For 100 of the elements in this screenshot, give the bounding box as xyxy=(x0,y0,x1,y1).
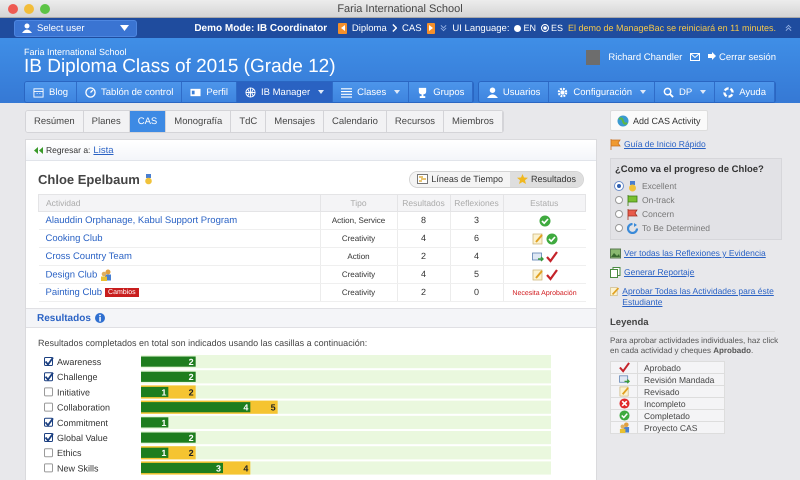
column-header: Reflexiones xyxy=(450,194,503,212)
avatar-placeholder xyxy=(586,50,600,64)
nav-button[interactable]: DP xyxy=(655,82,716,102)
sidebar-link[interactable]: Aprobar Todas las Actividades para éste Estudiante xyxy=(622,286,786,308)
outcome-checkbox[interactable] xyxy=(44,402,54,412)
logout-link[interactable]: Cerrar sesión xyxy=(708,52,776,62)
calendar-icon xyxy=(33,86,44,98)
pages-icon xyxy=(610,267,621,278)
progress-radio[interactable] xyxy=(615,224,623,232)
section-tab[interactable]: Planes xyxy=(84,111,130,132)
next-button[interactable] xyxy=(426,22,436,34)
nav-button[interactable]: Perfil xyxy=(182,82,238,102)
legend-label: Revisado xyxy=(638,386,724,398)
nav-button[interactable]: Blog xyxy=(25,82,78,102)
nav-button[interactable]: Configuración xyxy=(549,82,656,102)
type-cell: Action, Service xyxy=(320,212,397,230)
legend-label: Proyecto CAS xyxy=(638,422,724,434)
outcome-label: Challenge xyxy=(57,372,98,382)
outcome-bar xyxy=(141,372,196,382)
nav-button[interactable]: Clases xyxy=(333,82,410,102)
outcomes-count-cell: 4 xyxy=(397,266,450,284)
section-tab[interactable]: CAS xyxy=(130,111,166,132)
nav-button[interactable]: Usuarios xyxy=(478,82,550,102)
sidebar-link[interactable]: Ver todas las Reflexiones y Evidencia xyxy=(624,248,766,259)
outcome-bar xyxy=(141,356,196,367)
user-name-link[interactable]: Richard Chandler xyxy=(608,52,682,62)
section-tab[interactable]: Miembros xyxy=(444,111,503,132)
chevron-right-icon xyxy=(392,24,398,32)
nav-button[interactable]: Grupos xyxy=(409,82,474,102)
picture-icon xyxy=(610,248,621,259)
double-chevron-up-icon[interactable] xyxy=(784,24,792,32)
breadcrumb-link[interactable]: CAS xyxy=(402,22,422,34)
section-tab[interactable]: Mensajes xyxy=(266,111,324,132)
close-window-button[interactable] xyxy=(8,4,18,14)
add-activity-button[interactable]: Add CAS Activity xyxy=(610,110,708,131)
search-icon xyxy=(663,86,674,98)
bar-value-label: 4 xyxy=(243,402,248,413)
column-header: Tipo xyxy=(320,194,397,212)
bar-value-label: 1 xyxy=(161,418,166,428)
progress-option-label: Concern xyxy=(642,209,674,219)
list-link[interactable]: Lista xyxy=(93,144,114,156)
progress-option-label: On-track xyxy=(642,195,675,205)
outcome-label: Commitment xyxy=(57,418,108,428)
reflections-count-cell: 4 xyxy=(450,248,503,266)
activity-link[interactable]: Alauddin Orphanage, Kabul Support Program xyxy=(46,215,238,226)
language-radio[interactable]: EN xyxy=(514,23,536,33)
previous-button[interactable] xyxy=(338,22,347,34)
bar-value-label: 2 xyxy=(188,433,194,443)
globe-icon xyxy=(617,114,629,126)
reflections-count-cell: 5 xyxy=(450,266,503,284)
section-tab[interactable]: Recursos xyxy=(386,111,444,132)
outcome-bar xyxy=(141,432,196,443)
outcome-checkbox[interactable] xyxy=(44,387,54,396)
outcome-checkbox[interactable] xyxy=(44,448,54,458)
user-select[interactable]: Select user xyxy=(14,20,138,36)
bar-value-label: 3 xyxy=(216,463,221,474)
outcome-checkbox[interactable] xyxy=(44,356,54,366)
left-triangle-icon xyxy=(340,25,344,31)
bar-value-label: 5 xyxy=(270,402,276,413)
nav-button[interactable]: IB Manager xyxy=(237,82,334,102)
type-cell: Action xyxy=(320,248,397,266)
progress-radio[interactable] xyxy=(615,210,623,218)
outcome-label: Collaboration xyxy=(57,402,110,413)
bar-value-label: 1 xyxy=(161,448,166,458)
medal-icon xyxy=(144,174,152,184)
info-icon[interactable] xyxy=(94,313,105,323)
caret-icon xyxy=(120,25,130,31)
activity-link[interactable]: Cooking Club xyxy=(46,233,103,244)
quick-start-guide-link[interactable]: Guía de Inicio Rápido xyxy=(624,139,706,150)
progress-radio[interactable] xyxy=(615,196,623,204)
nav-button[interactable]: Tablón de control xyxy=(77,82,182,102)
section-tab[interactable]: TdC xyxy=(231,111,266,132)
outcome-checkbox[interactable] xyxy=(44,372,54,382)
outcome-checkbox[interactable] xyxy=(44,418,54,427)
language-radio[interactable]: ES xyxy=(540,23,563,33)
column-header: Resultados xyxy=(397,194,450,212)
activity-link[interactable]: Painting Club xyxy=(46,287,102,298)
legend-label: Revisión Mandada xyxy=(638,374,724,386)
mail-icon[interactable] xyxy=(690,53,700,61)
type-cell: Creativity xyxy=(320,266,397,284)
lifebuoy-icon xyxy=(723,86,734,98)
nav-button[interactable]: Ayuda xyxy=(715,82,775,102)
star-icon xyxy=(516,174,528,184)
outcome-label: Initiative xyxy=(57,387,90,398)
activity-link[interactable]: Design Club xyxy=(46,268,98,280)
section-tab[interactable]: Monografía xyxy=(166,111,232,132)
section-tab[interactable]: Calendario xyxy=(324,111,387,132)
double-chevron-down-icon[interactable] xyxy=(440,24,448,32)
language-label: UI Language: xyxy=(452,22,510,34)
outcome-checkbox[interactable] xyxy=(44,463,54,472)
activity-link[interactable]: Cross Country Team xyxy=(46,251,132,262)
person-icon xyxy=(486,86,498,98)
legend-title: Leyenda xyxy=(610,317,775,332)
sidebar-link[interactable]: Generar Reportaje xyxy=(624,267,694,278)
outcome-checkbox[interactable] xyxy=(44,432,54,442)
breadcrumb-link[interactable]: Diploma xyxy=(352,22,387,34)
view-toggle-button[interactable]: Resultados xyxy=(510,172,583,186)
medal-icon xyxy=(627,180,638,192)
school-name: Faria International School xyxy=(24,47,128,57)
section-tab[interactable]: Resúmen xyxy=(26,111,84,132)
